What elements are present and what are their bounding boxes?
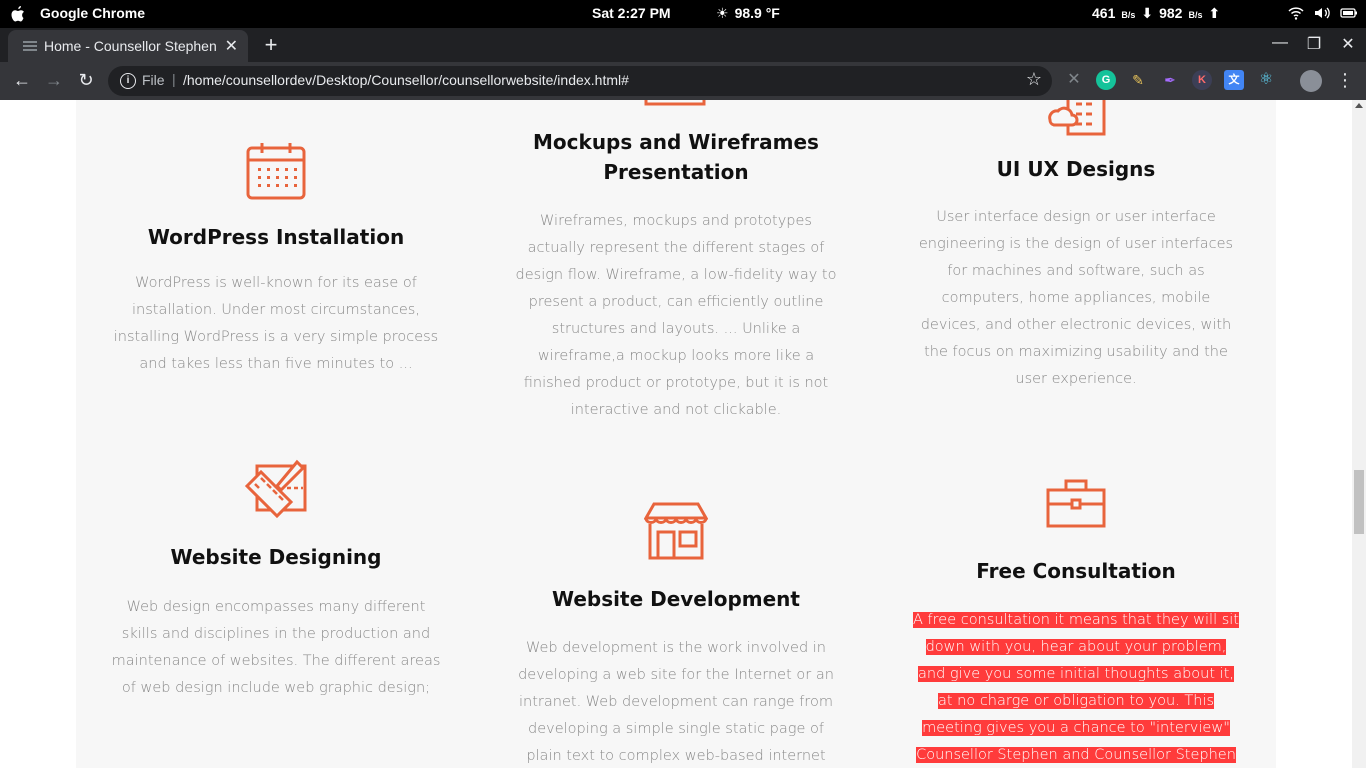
bookmark-star-icon[interactable]: ☆ [1026,69,1042,90]
selected-text: A free consultation it means that they w… [913,612,1239,763]
service-title: UI UX Designs [996,157,1156,181]
back-icon[interactable]: ← [10,68,34,92]
page-scrollbar[interactable] [1352,100,1366,768]
os-top-bar: Google Chrome Sat 2:27 PM ☀ 98.9 °F 461 B/… [0,0,1366,28]
react-devtools-icon[interactable]: ⚛ [1256,70,1276,90]
tab-title: Home - Counsellor Stephen [44,38,217,54]
app-name[interactable]: Google Chrome [40,5,145,21]
system-tray [1288,6,1357,20]
url-separator: | [172,71,176,87]
design-tools-icon [244,459,307,519]
tab-home[interactable]: Home - Counsellor Stephen ✕ [8,30,248,62]
service-description: WordPress is well-known for its ease of … [113,275,439,372]
feather-extension-icon[interactable]: ✒ [1160,70,1180,90]
k-extension-icon[interactable]: K [1192,70,1212,90]
grammarly-icon[interactable]: G [1096,70,1116,90]
briefcase-icon [1046,479,1106,528]
service-title: Free Consultation [976,559,1176,583]
service-card-wordpress: WordPress Installation WordPress is well… [111,142,441,378]
wifi-icon[interactable] [1288,6,1304,20]
service-description: Web development is the work involved in … [518,640,834,764]
service-card-uiux: UI UX Designs User interface design or u… [911,100,1241,393]
new-tab-button[interactable]: + [260,32,282,57]
profile-avatar[interactable] [1300,70,1322,92]
download-arrow-icon: ⬇ [1141,5,1154,21]
browser-toolbar: ← → ↻ i File | /home/counsellordev/Deskt… [0,62,1366,100]
network-speed[interactable]: 461 B/s ⬇ 982 B/s ⬆ [1092,5,1220,22]
forward-icon[interactable]: → [42,68,66,92]
service-card-website-designing: Website Designing Web design encompasses… [111,456,441,702]
menu-icon [23,41,37,51]
calendar-icon [246,143,306,200]
info-icon[interactable]: i [120,73,136,89]
service-description: Web design encompasses many different sk… [111,599,441,696]
sun-icon: ☀ [716,5,729,21]
download-unit: B/s [1121,10,1136,20]
url-text[interactable]: /home/counsellordev/Desktop/Counsellor/c… [183,72,629,88]
maximize-icon[interactable]: ❐ [1306,34,1322,54]
service-card-website-development: Website Development Web development is t… [511,502,841,768]
close-window-icon[interactable]: ✕ [1340,34,1356,54]
cloud-building-icon [1048,100,1106,136]
wireframe-icon [644,100,706,106]
service-card-mockups: Mockups and Wireframes Presentation Wire… [511,127,841,424]
scrollbar-thumb[interactable] [1354,470,1364,534]
service-description: Wireframes, mockups and prototypes actua… [515,213,837,418]
translate-icon[interactable]: 文 [1224,70,1244,90]
battery-icon[interactable] [1340,6,1357,20]
download-speed: 461 [1092,5,1116,21]
window-controls: — ❐ ✕ [1272,34,1356,54]
minimize-icon[interactable]: — [1272,34,1288,54]
clock[interactable]: Sat 2:27 PM [592,5,671,21]
services-section: WordPress Installation WordPress is well… [76,100,1276,768]
url-scheme: File [142,72,165,88]
service-title: Website Designing [170,545,382,569]
storefront-icon [644,502,708,560]
address-bar[interactable]: i File | /home/counsellordev/Desktop/Cou… [108,66,1052,96]
service-description: User interface design or user interface … [918,209,1234,387]
x-extension-icon[interactable]: ✕ [1064,70,1084,90]
more-options-icon[interactable]: ⋮ [1336,70,1354,90]
extensions-bar: ✕ G ✎ ✒ K 文 ⚛ [1064,70,1276,90]
service-title: Mockups and Wireframes Presentation [533,130,819,184]
tab-strip: Home - Counsellor Stephen ✕ + — ❐ ✕ [0,28,1366,62]
temperature: 98.9 °F [734,5,780,21]
weather-indicator[interactable]: ☀ 98.9 °F [716,5,780,22]
page-viewport: WordPress Installation WordPress is well… [0,100,1352,768]
service-title: Website Development [552,587,800,611]
upload-arrow-icon: ⬆ [1208,5,1221,21]
upload-unit: B/s [1188,10,1203,20]
scroll-up-icon[interactable] [1355,103,1363,108]
volume-icon[interactable] [1314,6,1330,20]
reload-icon[interactable]: ↻ [74,68,98,92]
service-card-free-consultation: Free Consultation A free consultation it… [911,478,1241,768]
close-icon[interactable]: ✕ [225,36,238,56]
service-title: WordPress Installation [147,225,405,249]
service-description-highlighted: A free consultation it means that they w… [911,607,1241,768]
apple-icon[interactable] [10,5,26,23]
upload-speed: 982 [1159,5,1183,21]
pen-extension-icon[interactable]: ✎ [1128,70,1148,90]
